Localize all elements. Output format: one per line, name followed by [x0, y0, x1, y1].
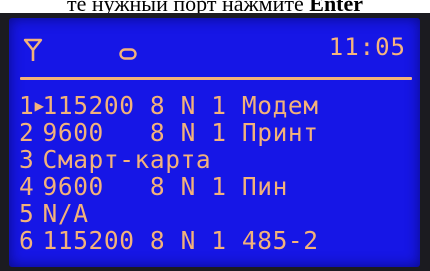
- antenna-icon: [23, 38, 43, 66]
- port-settings: 9600 8 N 1 Пин: [42, 172, 288, 201]
- port-number: 6: [19, 226, 35, 255]
- selection-cursor-icon: ▶: [34, 96, 45, 115]
- port-row-3[interactable]: 3 Смарт-карта: [19, 146, 319, 173]
- port-number: 1: [19, 91, 35, 120]
- status-bar: 11:05: [9, 18, 420, 76]
- port-number: 4: [19, 172, 35, 201]
- port-row-1[interactable]: 1▶115200 8 N 1 Модем: [19, 92, 319, 119]
- port-settings: Смарт-карта: [42, 145, 212, 174]
- port-list: 1▶115200 8 N 1 Модем 2 9600 8 N 1 Принт 3…: [19, 92, 325, 254]
- port-settings: 115200 8 N 1 Модем: [42, 91, 319, 120]
- port-settings: 9600 8 N 1 Принт: [42, 118, 319, 147]
- clock: 11:05: [328, 33, 406, 61]
- port-row-5[interactable]: 5 N/A: [19, 200, 319, 227]
- terminal-device: 11:05 1▶115200 8 N 1 Модем 2 9600 8 N 1 П…: [0, 13, 430, 271]
- port-settings: 115200 8 N 1 485-2: [42, 226, 319, 255]
- port-number: 3: [19, 145, 35, 174]
- status-divider: [20, 77, 412, 80]
- port-settings: N/A: [42, 199, 89, 228]
- lcd-screen: 11:05 1▶115200 8 N 1 Модем 2 9600 8 N 1 П…: [9, 18, 420, 267]
- link-indicator-icon: [119, 45, 137, 64]
- port-number: 2: [19, 118, 35, 147]
- port-row-4[interactable]: 4 9600 8 N 1 Пин: [19, 173, 319, 200]
- port-row-6[interactable]: 6 115200 8 N 1 485-2: [19, 227, 319, 254]
- port-number: 5: [19, 199, 35, 228]
- port-row-2[interactable]: 2 9600 8 N 1 Принт: [19, 119, 319, 146]
